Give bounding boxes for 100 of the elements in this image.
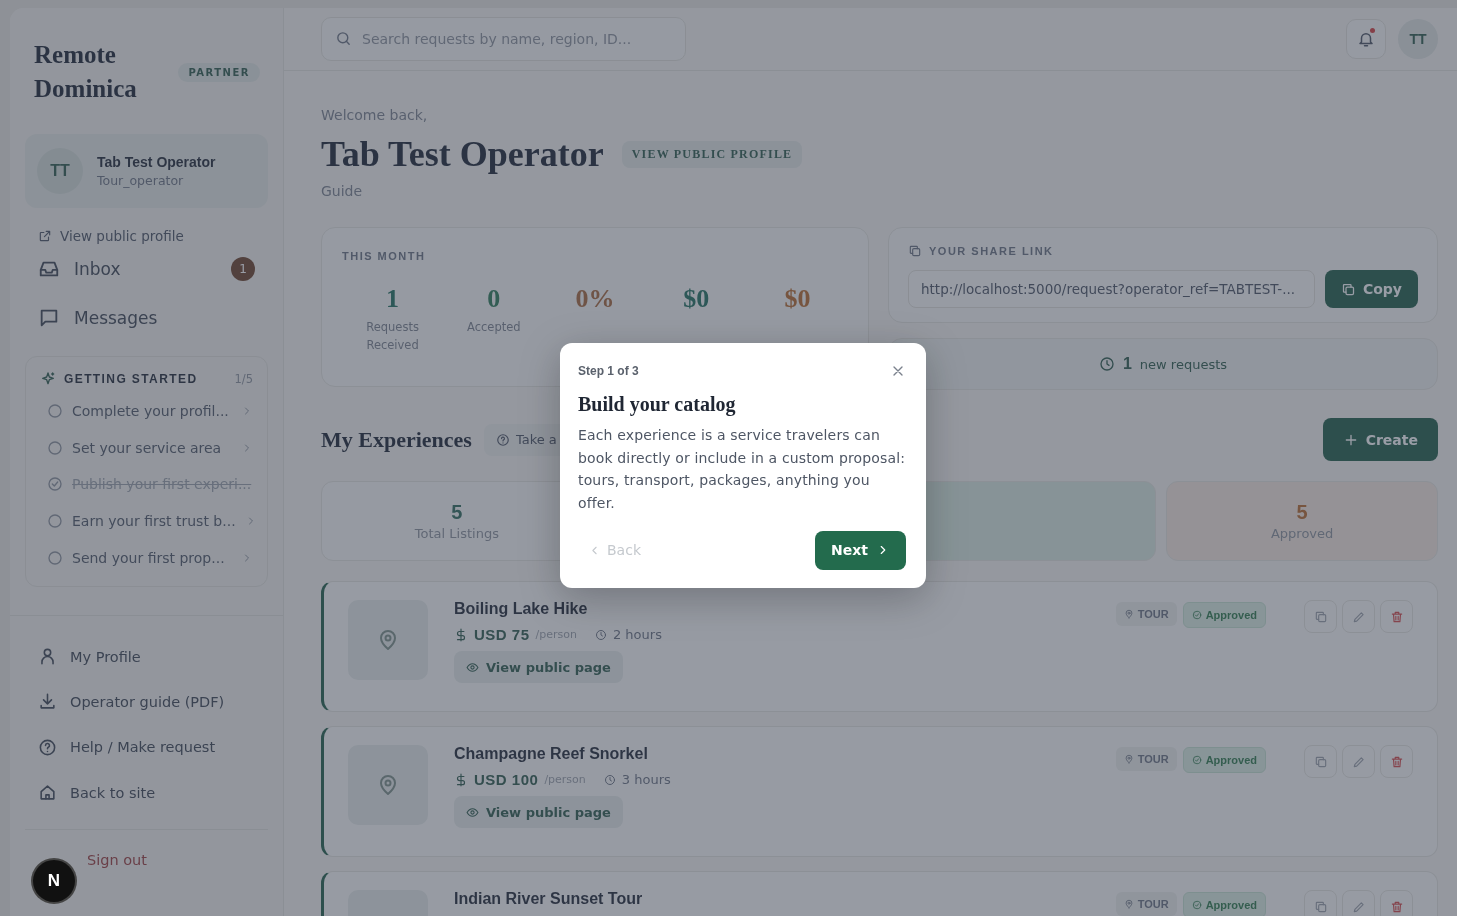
banner-text: new requests	[1139, 356, 1228, 372]
operator-role: Guide	[321, 183, 364, 199]
profile-card[interactable]: TT Tab Test Operator Tour_operator	[25, 134, 268, 208]
sign-out-link[interactable]: Sign out	[25, 852, 147, 869]
user-icon	[38, 647, 57, 667]
listing-duration: 2 hours	[612, 627, 662, 642]
nav-item[interactable]: My Profile	[25, 633, 268, 680]
listing-title: Champagne Reef Snorkel	[454, 745, 649, 763]
duplicate-button[interactable]	[1304, 600, 1337, 633]
view-public-page-button[interactable]: View public page	[454, 651, 623, 683]
checklist-item[interactable]: Set your service area	[40, 429, 253, 467]
trash-icon	[1389, 609, 1404, 624]
listing-title: Indian River Sunset Tour	[454, 890, 644, 908]
next-button[interactable]: Next	[815, 530, 906, 570]
location-pin-icon	[1123, 754, 1134, 764]
pencil-icon	[1351, 609, 1366, 624]
view-public-profile-button[interactable]: VIEW PUBLIC PROFILE	[621, 140, 803, 168]
edit-button[interactable]	[1342, 600, 1375, 633]
nav-item[interactable]: Back to site	[25, 769, 268, 816]
stat-value: $0	[783, 284, 812, 314]
copy-icon	[908, 244, 922, 258]
help-icon	[495, 432, 510, 447]
delete-button[interactable]	[1380, 890, 1413, 916]
listing-price: USD 100	[474, 771, 539, 788]
step-indicator: Step 1 of 3	[578, 364, 639, 378]
checklist-item[interactable]: Earn your first trust b...	[40, 502, 253, 540]
nav-item[interactable]: Help / Make request	[25, 724, 268, 770]
status-tag: Approved	[1182, 602, 1266, 628]
notifications-button[interactable]	[1346, 19, 1386, 59]
card-title: YOUR SHARE LINK	[929, 245, 1054, 257]
nav-item[interactable]: Operator guide (PDF)	[25, 679, 268, 725]
user-avatar[interactable]: TT	[1398, 19, 1438, 59]
download-icon	[38, 692, 57, 712]
count-badge: 1	[231, 256, 255, 281]
dev-indicator-button[interactable]: N	[47, 871, 61, 891]
pencil-icon	[1351, 754, 1366, 769]
search-icon	[335, 30, 352, 47]
type-tag: TOUR	[1115, 602, 1177, 626]
sparkle-icon	[40, 371, 56, 387]
avatar: TT	[37, 148, 83, 194]
share-link-field[interactable]: http://localhost:5000/request?operator_ref=TABTEST-...	[908, 270, 1315, 308]
copy-icon	[1313, 609, 1328, 624]
checklist-item[interactable]: Send your first prop...	[40, 539, 253, 576]
status-tag: Approved	[1182, 892, 1266, 916]
home-icon	[38, 783, 57, 802]
listing-title: Boiling Lake Hike	[454, 600, 589, 618]
partner-badge: PARTNER	[178, 62, 260, 82]
dollar-icon	[454, 772, 468, 787]
delete-button[interactable]	[1380, 745, 1413, 778]
clock-icon	[603, 773, 616, 786]
trash-icon	[1389, 754, 1404, 769]
duplicate-button[interactable]	[1304, 890, 1337, 916]
nav-item[interactable]: Messages	[25, 293, 268, 342]
edit-button[interactable]	[1342, 890, 1375, 916]
edit-button[interactable]	[1342, 745, 1375, 778]
view-public-page-button[interactable]: View public page	[454, 796, 623, 828]
empty-circle-icon	[47, 549, 63, 566]
welcome-text: Welcome back,	[321, 107, 429, 123]
view-profile-link[interactable]: View public profile	[38, 228, 184, 244]
panel-title: GETTING STARTED	[64, 372, 199, 386]
create-button[interactable]: Create	[1322, 418, 1438, 461]
request-count: 1	[1122, 355, 1132, 373]
status-tag: Approved	[1182, 747, 1266, 773]
checklist-item[interactable]: Complete your profil...	[40, 393, 253, 430]
help-icon	[38, 737, 57, 757]
profile-name: Tab Test Operator	[97, 154, 216, 170]
stat-label: Requests Received	[365, 319, 420, 354]
clock-icon	[594, 628, 607, 641]
clock-icon	[1098, 356, 1115, 372]
external-link-icon	[38, 229, 52, 243]
listing-price: USD 75	[474, 626, 530, 643]
copy-icon	[1313, 899, 1328, 914]
card-title: THIS MONTH	[342, 250, 427, 262]
eye-icon	[466, 660, 479, 674]
eye-icon	[466, 805, 479, 819]
check-circle-icon	[1191, 900, 1202, 910]
delete-button[interactable]	[1380, 600, 1413, 633]
copy-icon	[1313, 754, 1328, 769]
brand-name: Remote Dominica	[34, 40, 138, 104]
bell-icon	[1357, 30, 1375, 48]
stat-value: 0%	[574, 284, 616, 314]
operator-name: Tab Test Operator	[321, 133, 604, 175]
dialog-title: Build your catalog	[578, 393, 737, 416]
summary-value: 5	[451, 501, 463, 524]
empty-circle-icon	[47, 439, 63, 456]
empty-circle-icon	[47, 403, 63, 420]
duplicate-button[interactable]	[1304, 745, 1337, 778]
summary-value: 5	[1296, 501, 1308, 524]
check-circle-icon	[1191, 755, 1202, 765]
stat-value: 1	[385, 284, 401, 314]
nav-item[interactable]: Inbox 1	[25, 244, 268, 293]
section-title: My Experiences	[321, 426, 472, 453]
stat-label: Accepted	[466, 319, 522, 336]
copy-button[interactable]: Copy	[1324, 270, 1418, 308]
location-pin-icon	[1123, 609, 1134, 619]
type-tag: TOUR	[1115, 892, 1177, 916]
location-pin-icon	[1123, 899, 1134, 909]
type-tag: TOUR	[1115, 747, 1177, 771]
profile-role: Tour_operator	[97, 173, 185, 188]
check-circle-icon	[47, 476, 63, 493]
